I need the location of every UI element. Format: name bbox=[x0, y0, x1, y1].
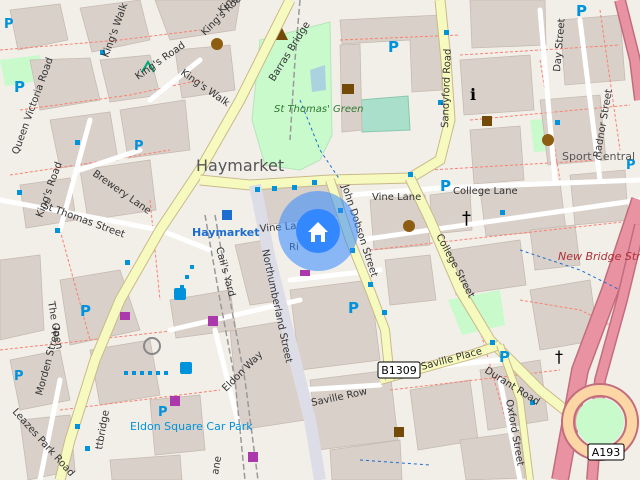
road-label: New Bridge Street bbox=[558, 250, 640, 263]
area-label-haymarket: Haymarket bbox=[196, 156, 284, 175]
bus-station-icon bbox=[180, 362, 192, 374]
parking-icon: P bbox=[348, 299, 359, 317]
area-label-st-thomas-green: St Thomas' Green bbox=[274, 104, 364, 115]
parking-icon: P bbox=[134, 139, 144, 154]
parking-icon: P bbox=[576, 2, 587, 20]
parking-icon: P bbox=[80, 302, 91, 320]
parking-icon: P bbox=[388, 38, 399, 56]
metro-station-icon bbox=[222, 210, 232, 220]
home-location-marker[interactable] bbox=[278, 191, 358, 271]
svg-text:†: † bbox=[462, 208, 471, 229]
road-label: College Lane bbox=[453, 186, 518, 197]
shopping-cart-icon bbox=[300, 270, 310, 276]
svg-text:†: † bbox=[555, 347, 563, 366]
shop-icon bbox=[170, 396, 180, 406]
area-label-eldon-square: Eldon Square Car Park bbox=[130, 420, 253, 433]
shop-icon bbox=[120, 312, 130, 320]
road-label: Vine Lane bbox=[372, 192, 421, 203]
road-shield-b1309: B1309 bbox=[377, 361, 421, 379]
parking-icon: P bbox=[158, 405, 168, 420]
map-canvas[interactable]: P P P P P P P P P P P P i † † B1309 A193… bbox=[0, 0, 640, 480]
parking-icon: P bbox=[14, 369, 24, 384]
svg-text:i: i bbox=[470, 85, 476, 104]
library-icon bbox=[482, 116, 492, 126]
area-label-sport-central: Sport Central bbox=[562, 150, 635, 163]
theatre-icon bbox=[211, 38, 223, 50]
theatre-icon bbox=[403, 220, 415, 232]
library-icon bbox=[394, 427, 404, 437]
svg-text:A193: A193 bbox=[592, 446, 621, 459]
parking-icon: P bbox=[14, 78, 25, 96]
parking-icon: P bbox=[4, 17, 14, 32]
road-shield-a193: A193 bbox=[587, 443, 625, 461]
church-icon: † bbox=[555, 347, 563, 366]
parking-icon: P bbox=[440, 177, 451, 195]
station-label: Haymarket bbox=[192, 226, 260, 239]
church-icon: † bbox=[462, 208, 471, 229]
bus-station-icon bbox=[174, 288, 186, 300]
museum-icon bbox=[342, 84, 354, 94]
shop-icon bbox=[248, 452, 258, 462]
parking-icon: P bbox=[499, 348, 510, 366]
svg-text:B1309: B1309 bbox=[381, 364, 417, 377]
shop-icon bbox=[208, 316, 218, 326]
theatre-icon bbox=[542, 134, 554, 146]
information-icon: i bbox=[470, 85, 476, 104]
